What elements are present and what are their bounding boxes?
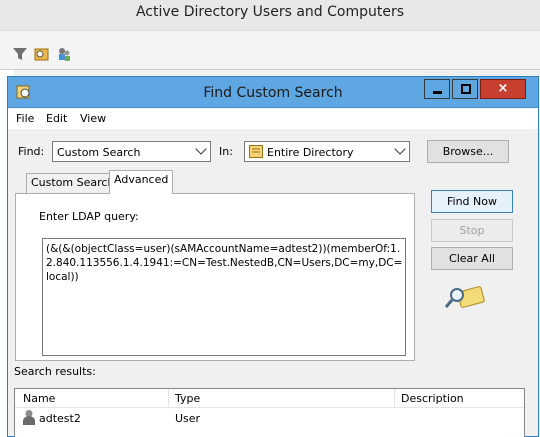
chevron-down-icon	[394, 143, 406, 155]
ldap-query-label: Enter LDAP query:	[39, 210, 139, 223]
clear-all-button[interactable]: Clear All	[431, 247, 513, 270]
find-custom-search-dialog: Find Custom Search × File Edit View Find…	[7, 76, 539, 437]
column-divider[interactable]	[394, 389, 395, 408]
chevron-down-icon	[195, 143, 207, 155]
close-button[interactable]: ×	[480, 79, 526, 99]
stop-button[interactable]: Stop	[431, 219, 513, 242]
find-icon[interactable]	[34, 46, 50, 62]
in-label: In:	[219, 145, 233, 158]
search-results-label: Search results:	[14, 365, 96, 378]
directory-icon	[249, 145, 263, 158]
users-icon[interactable]	[56, 46, 72, 62]
ldap-query-input[interactable]: (&(&(objectClass=user)(sAMAccountName=ad…	[42, 238, 406, 356]
maximize-icon	[461, 84, 471, 94]
browse-button[interactable]: Browse...	[427, 140, 509, 163]
dialog-titlebar[interactable]: Find Custom Search ×	[8, 77, 538, 108]
find-label: Find:	[18, 145, 45, 158]
row-name: adtest2	[39, 412, 81, 425]
in-select[interactable]: Entire Directory	[244, 141, 410, 162]
results-header: Name Type Description	[15, 389, 524, 408]
column-type[interactable]: Type	[175, 392, 200, 405]
maximize-button[interactable]	[452, 79, 478, 99]
column-description[interactable]: Description	[401, 392, 464, 405]
tab-advanced[interactable]: Advanced	[109, 170, 174, 194]
minimize-button[interactable]	[424, 79, 450, 99]
menu-edit[interactable]: Edit	[46, 112, 67, 125]
column-divider[interactable]	[168, 389, 169, 408]
find-now-button[interactable]: Find Now	[431, 190, 513, 213]
close-icon: ×	[497, 81, 509, 96]
find-select-value: Custom Search	[57, 146, 141, 159]
column-name[interactable]: Name	[23, 392, 55, 405]
minimize-icon	[433, 91, 442, 94]
app-toolbar	[0, 30, 540, 70]
app-title: Active Directory Users and Computers	[0, 0, 540, 30]
search-animation-icon	[445, 286, 485, 308]
tab-custom-search[interactable]: Custom Search	[26, 173, 120, 193]
user-icon	[23, 410, 35, 425]
menu-bar: File Edit View	[8, 109, 538, 129]
in-select-value: Entire Directory	[267, 146, 354, 159]
filter-icon[interactable]	[12, 46, 28, 62]
advanced-panel: Enter LDAP query: (&(&(objectClass=user)…	[15, 193, 415, 361]
menu-file[interactable]: File	[16, 112, 34, 125]
find-select[interactable]: Custom Search	[52, 141, 211, 162]
row-type: User	[175, 412, 201, 425]
search-results-table: Name Type Description adtest2 User	[14, 388, 525, 437]
menu-view[interactable]: View	[80, 112, 106, 125]
